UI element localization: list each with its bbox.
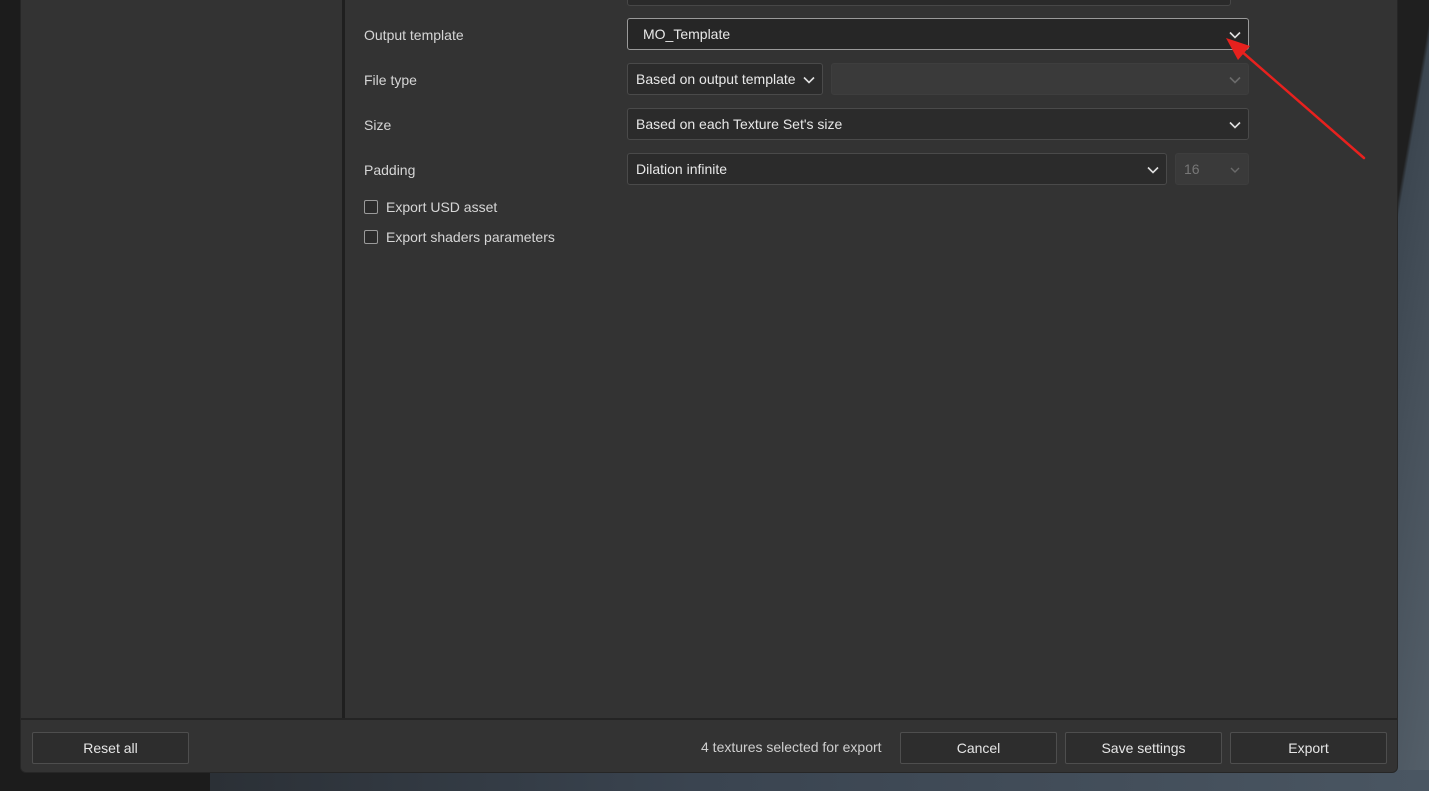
checkbox-unchecked-icon[interactable] <box>364 200 378 214</box>
reset-all-button[interactable]: Reset all <box>32 732 189 764</box>
file-type-value: Based on output template <box>636 71 796 87</box>
export-shaders-option[interactable]: Export shaders parameters <box>364 229 555 245</box>
export-usd-label: Export USD asset <box>386 199 498 215</box>
export-shaders-label: Export shaders parameters <box>386 229 555 245</box>
padding-amount-value: 16 <box>1184 161 1200 177</box>
background-viewport-bottom <box>210 770 1429 791</box>
output-template-dropdown[interactable]: MO_Template <box>627 18 1249 50</box>
output-template-label: Output template <box>364 27 464 43</box>
output-directory-field-partial[interactable] <box>627 0 1231 6</box>
export-button[interactable]: Export <box>1230 732 1387 764</box>
padding-dropdown[interactable]: Dilation infinite <box>627 153 1167 185</box>
size-label: Size <box>364 117 392 133</box>
file-format-dropdown[interactable] <box>831 63 1249 95</box>
export-textures-dialog: Output template MO_Template File type Ba… <box>20 0 1398 773</box>
chevron-down-icon <box>1146 163 1160 177</box>
export-status-text: 4 textures selected for export <box>701 739 882 755</box>
export-usd-option[interactable]: Export USD asset <box>364 199 497 215</box>
size-value: Based on each Texture Set's size <box>636 116 843 132</box>
checkbox-unchecked-icon[interactable] <box>364 230 378 244</box>
padding-label: Padding <box>364 162 416 178</box>
file-type-dropdown[interactable]: Based on output template <box>627 63 823 95</box>
left-panel <box>21 0 345 718</box>
red-arrow-annotation-icon <box>1226 38 1366 160</box>
output-template-value: MO_Template <box>643 26 731 42</box>
dialog-footer: Reset all 4 textures selected for export… <box>21 718 1397 772</box>
file-type-label: File type <box>364 72 417 88</box>
chevron-down-icon <box>802 73 816 87</box>
size-dropdown[interactable]: Based on each Texture Set's size <box>627 108 1249 140</box>
padding-value: Dilation infinite <box>636 161 728 177</box>
cancel-button[interactable]: Cancel <box>900 732 1057 764</box>
save-settings-button[interactable]: Save settings <box>1065 732 1222 764</box>
